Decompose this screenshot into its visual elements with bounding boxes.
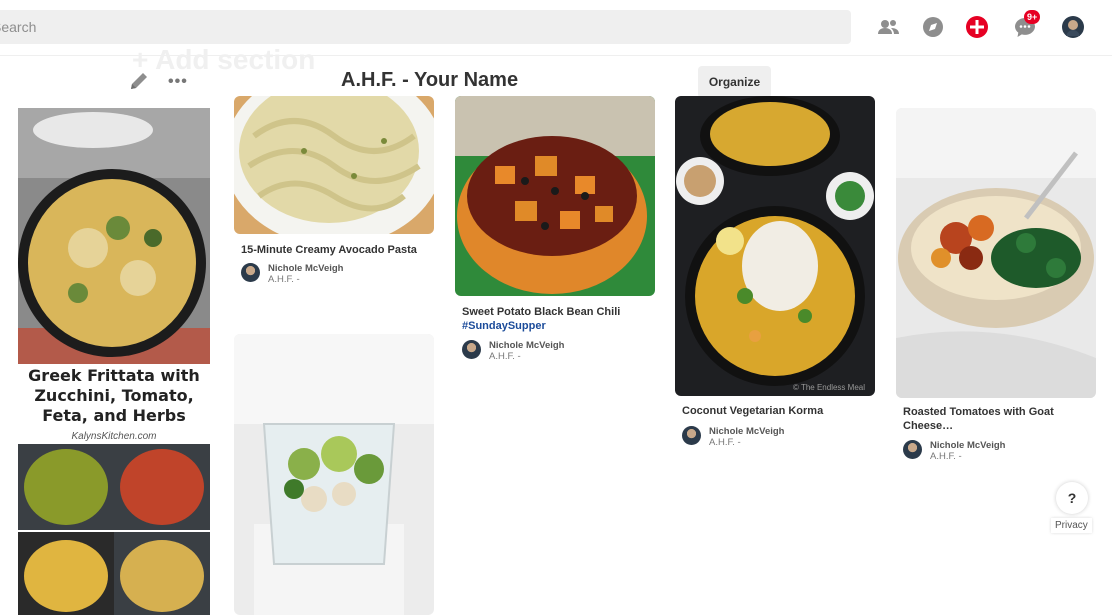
hashtag-link[interactable]: #SundaySupper (462, 320, 546, 332)
edit-pencil-icon[interactable] (128, 70, 150, 97)
pin-title-text[interactable]: Sweet Potato Black Bean Chili (462, 306, 620, 318)
pin-image-frittata[interactable] (18, 108, 210, 615)
pinner-board[interactable]: A.H.F. - (268, 274, 344, 285)
frittata-line-3: Feta, and Herbs (42, 406, 186, 425)
pinner-avatar[interactable] (462, 340, 481, 359)
messages-icon[interactable]: 9+ (1012, 10, 1041, 40)
add-section-ghost: + Add section (132, 44, 316, 75)
pin-title-avocado-pasta[interactable]: 15-Minute Creamy Avocado Pasta (241, 243, 436, 257)
pinner-name[interactable]: Nichole McVeigh (489, 340, 565, 351)
pinner-avatar[interactable] (241, 263, 260, 282)
pinner-name[interactable]: Nichole McVeigh (709, 426, 785, 437)
pin-title-coconut-korma[interactable]: Coconut Vegetarian Korma (682, 404, 877, 418)
search-input[interactable] (0, 10, 851, 44)
pinner-board[interactable]: A.H.F. - (709, 437, 785, 448)
pinner-sweet-potato-chili[interactable]: Nichole McVeigh A.H.F. - (462, 340, 565, 362)
board-name: A.H.F. - (341, 69, 414, 91)
explore-compass-icon[interactable] (920, 14, 946, 40)
pinner-avocado-pasta[interactable]: Nichole McVeigh A.H.F. - (241, 263, 344, 285)
pinner-name[interactable]: Nichole McVeigh (268, 263, 344, 274)
more-options-icon[interactable]: ••• (168, 73, 188, 91)
privacy-link[interactable]: Privacy (1051, 518, 1092, 533)
pinner-board[interactable]: A.H.F. - (930, 451, 1006, 462)
pin-image-roasted-tomatoes[interactable] (896, 108, 1096, 398)
notification-badge: 9+ (1024, 10, 1041, 24)
korma-image-credit: © The Endless Meal (793, 383, 865, 392)
create-pin-icon[interactable] (964, 14, 990, 40)
following-icon[interactable] (876, 14, 902, 40)
pin-image-sweet-potato-chili[interactable] (455, 96, 655, 296)
pinner-avatar[interactable] (682, 426, 701, 445)
frittata-image-source: KalynsKitchen.com (71, 431, 157, 442)
frittata-line-1: Greek Frittata with (28, 366, 200, 385)
pin-title-sweet-potato-chili[interactable]: Sweet Potato Black Bean Chili #SundaySup… (462, 305, 657, 333)
pin-image-coconut-korma[interactable]: © The Endless Meal (675, 96, 875, 396)
organize-button[interactable]: Organize (698, 66, 771, 98)
board-owner: Your Name (413, 69, 519, 91)
search-bar[interactable] (0, 10, 851, 44)
pinner-avatar[interactable] (903, 440, 922, 459)
frittata-image-text: Greek Frittata with Zucchini, Tomato, Fe… (18, 366, 210, 426)
pin-image-food-processor[interactable] (234, 334, 434, 615)
pinner-coconut-korma[interactable]: Nichole McVeigh A.H.F. - (682, 426, 785, 448)
profile-avatar[interactable] (1060, 14, 1086, 40)
pinner-board[interactable]: A.H.F. - (489, 351, 565, 362)
pin-title-roasted-tomatoes[interactable]: Roasted Tomatoes with Goat Cheese… (903, 405, 1093, 433)
pin-image-avocado-pasta[interactable] (234, 96, 434, 234)
help-button[interactable]: ? (1056, 482, 1088, 514)
frittata-line-2: Zucchini, Tomato, (34, 386, 194, 405)
pinner-name[interactable]: Nichole McVeigh (930, 440, 1006, 451)
pinner-roasted-tomatoes[interactable]: Nichole McVeigh A.H.F. - (903, 440, 1006, 462)
board-title: A.H.F. - Your Name (341, 69, 518, 92)
